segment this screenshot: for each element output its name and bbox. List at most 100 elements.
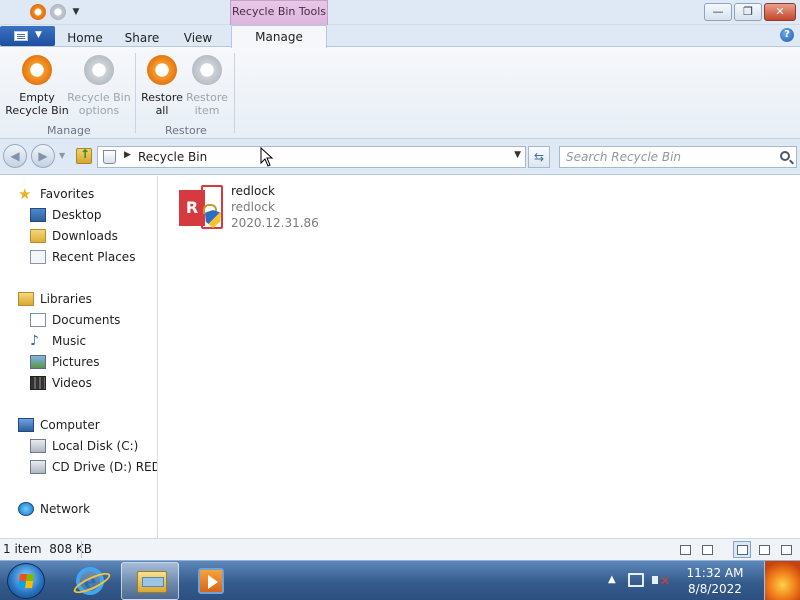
large-icons-view-icon[interactable]: [733, 541, 751, 558]
address-box[interactable]: ▶ Recycle Bin ▼: [97, 146, 526, 168]
preview-pane-icon[interactable]: [755, 541, 773, 558]
network-status-icon[interactable]: [628, 573, 644, 587]
group-label-manage: Manage: [47, 124, 91, 137]
nav-desktop[interactable]: Desktop: [30, 205, 102, 225]
nav-label: Favorites: [40, 187, 95, 201]
documents-icon: [30, 313, 46, 327]
restore-item-label: Restore item: [186, 91, 228, 117]
customize-qat-chevron-icon[interactable]: ▼: [70, 4, 82, 20]
file-item-redlock[interactable]: R redlock redlock 2020.12.31.86: [175, 182, 375, 234]
refresh-button[interactable]: ⇆: [528, 146, 550, 168]
libraries-icon: [18, 292, 34, 306]
nav-label: Network: [40, 502, 91, 516]
nav-label: Desktop: [52, 208, 102, 222]
recycle-bin-options-button[interactable]: Recycle Bin options: [66, 53, 132, 117]
restore-all-label: Restore all: [141, 91, 183, 117]
nav-recent-places[interactable]: Recent Places: [30, 247, 135, 267]
tab-view[interactable]: View: [178, 29, 218, 47]
empty-recycle-bin-button[interactable]: Empty Recycle Bin: [4, 53, 70, 117]
nav-libraries[interactable]: Libraries: [18, 289, 92, 309]
nav-label: Music: [52, 334, 87, 348]
file-menu-icon: [14, 31, 28, 41]
taskbar-file-explorer[interactable]: [121, 562, 179, 600]
recycle-bin-options-label: Recycle Bin options: [67, 91, 131, 117]
nav-local-disk[interactable]: Local Disk (C:): [30, 436, 138, 456]
nav-pictures[interactable]: Pictures: [30, 352, 100, 372]
restore-quick-icon[interactable]: [50, 4, 66, 20]
search-placeholder: Search Recycle Bin: [566, 150, 682, 164]
file-version: 2020.12.31.86: [231, 216, 319, 230]
close-button[interactable]: ✕: [764, 3, 796, 21]
search-input[interactable]: Search Recycle Bin: [559, 146, 797, 168]
title-bar: ▼ Recycle Bin Tools — ❐ ✕: [0, 0, 800, 25]
forward-arrow-icon: ▶: [38, 149, 48, 163]
status-bar: 1 item 808 KB: [0, 538, 800, 560]
back-button[interactable]: ◀: [3, 144, 27, 168]
window-controls: — ❐ ✕: [704, 3, 796, 21]
show-desktop-button[interactable]: [764, 561, 800, 600]
search-icon[interactable]: [780, 151, 790, 161]
recent-places-icon: [30, 250, 46, 264]
maximize-button[interactable]: ❐: [734, 3, 762, 21]
volume-muted-icon[interactable]: ✕: [652, 573, 670, 587]
breadcrumb[interactable]: Recycle Bin: [138, 150, 207, 164]
file-menu-button[interactable]: ▼: [0, 26, 55, 46]
breadcrumb-chevron-icon[interactable]: ▶: [124, 150, 131, 160]
file-explorer-icon: [137, 571, 167, 593]
nav-label: Videos: [52, 376, 92, 390]
restore-all-button[interactable]: Restore all: [140, 53, 184, 117]
ribbon-divider: [234, 53, 235, 133]
item-size: 808 KB: [49, 542, 93, 556]
address-history-chevron-icon[interactable]: ▼: [514, 150, 521, 160]
back-arrow-icon: ◀: [10, 149, 20, 163]
show-hidden-icons-icon[interactable]: ▲: [608, 574, 616, 585]
nav-label: Recent Places: [52, 250, 136, 264]
pictures-icon: [30, 355, 46, 369]
minimize-button[interactable]: —: [704, 3, 732, 21]
restore-item-button[interactable]: Restore item: [182, 53, 232, 117]
clock-date: 8/8/2022: [688, 582, 742, 596]
taskbar-media-player[interactable]: [182, 562, 240, 600]
nav-label: Downloads: [52, 229, 118, 243]
film-strip-icon: [30, 376, 46, 390]
preview-view-icon[interactable]: [698, 541, 716, 558]
restore-all-icon: [147, 55, 177, 85]
nav-favorites[interactable]: ★ Favorites: [18, 184, 94, 204]
recycle-bin-icon: [103, 150, 116, 164]
recent-locations-chevron-icon[interactable]: ▼: [59, 151, 65, 160]
nav-documents[interactable]: Documents: [30, 310, 120, 330]
forward-button[interactable]: ▶: [31, 144, 55, 168]
start-button[interactable]: [7, 563, 45, 599]
nav-cd-drive[interactable]: CD Drive (D:) REDPILL: [30, 457, 157, 477]
nav-videos[interactable]: Videos: [30, 373, 92, 393]
recycle-bin-options-icon: [84, 55, 114, 85]
file-list: R redlock redlock 2020.12.31.86: [159, 176, 800, 538]
cd-drive-icon: [30, 460, 46, 474]
nav-network[interactable]: Network: [18, 499, 90, 519]
details-pane-icon[interactable]: [777, 541, 795, 558]
restore-item-icon: [192, 55, 222, 85]
context-tab-header: Recycle Bin Tools: [230, 0, 328, 25]
help-icon[interactable]: ?: [780, 28, 794, 42]
navigation-pane: ★ Favorites Desktop Downloads Recent Pla…: [0, 176, 158, 538]
tab-home[interactable]: Home: [60, 29, 110, 47]
status-item-summary: 1 item 808 KB: [3, 542, 92, 556]
clock[interactable]: 11:32 AM 8/8/2022: [680, 565, 750, 597]
tab-manage[interactable]: Manage: [231, 25, 327, 48]
empty-recycle-bin-quick-icon[interactable]: [30, 4, 46, 20]
nav-label: Local Disk (C:): [52, 439, 139, 453]
desktop-icon: [30, 208, 46, 222]
details-view-icon[interactable]: [676, 541, 694, 558]
taskbar-internet-explorer[interactable]: e: [60, 562, 118, 600]
quick-access-toolbar: ▼: [30, 4, 82, 20]
nav-computer[interactable]: Computer: [18, 415, 100, 435]
nav-label: Computer: [40, 418, 100, 432]
downloads-folder-icon: [30, 229, 46, 243]
address-bar-row: ◀ ▶ ▼ ▶ Recycle Bin ▼ ⇆ Search Recycle B…: [0, 139, 800, 175]
up-folder-icon[interactable]: [76, 147, 92, 164]
tab-share[interactable]: Share: [118, 29, 166, 47]
nav-downloads[interactable]: Downloads: [30, 226, 118, 246]
nav-label: CD Drive (D:) REDPILL: [52, 460, 157, 474]
nav-label: Documents: [52, 313, 121, 327]
nav-music[interactable]: ♪ Music: [30, 331, 86, 351]
